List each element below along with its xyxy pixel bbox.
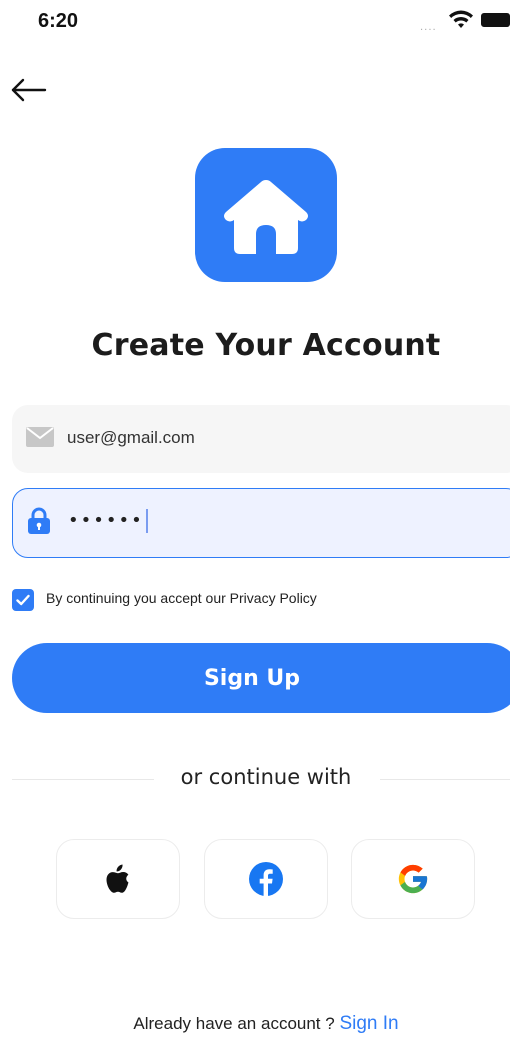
mail-icon: [26, 427, 54, 451]
password-field[interactable]: ••••••: [12, 488, 510, 558]
text-cursor: [145, 509, 148, 533]
divider-right: [380, 779, 510, 780]
divider-text: or continue with: [180, 765, 352, 789]
sign-in-link[interactable]: Sign In: [339, 1013, 398, 1034]
page-title: Create Your Account: [91, 328, 441, 363]
app-logo: [195, 148, 337, 282]
wifi-icon: [448, 10, 474, 34]
sign-up-button[interactable]: Sign Up: [12, 643, 510, 713]
apple-icon: [106, 864, 129, 893]
lock-icon: [27, 507, 51, 539]
privacy-checkbox[interactable]: [12, 589, 34, 611]
arrow-left-icon: [11, 78, 47, 102]
back-button[interactable]: [10, 72, 50, 108]
password-dots: ••••••: [68, 510, 144, 531]
footer: Already have an account ? Sign In: [0, 1013, 510, 1035]
google-login-button[interactable]: [351, 839, 475, 919]
privacy-policy-label[interactable]: By continuing you accept our Privacy Pol…: [46, 590, 317, 606]
status-bar: 6:20 ····: [0, 0, 510, 44]
check-icon: [16, 594, 30, 606]
status-time: 6:20: [38, 10, 79, 32]
footer-prompt: Already have an account ?: [133, 1014, 340, 1033]
battery-icon: [481, 13, 510, 27]
facebook-login-button[interactable]: [204, 839, 328, 919]
home-icon: [224, 180, 308, 254]
password-value: ••••••: [68, 509, 148, 533]
email-value: user@gmail.com: [67, 428, 195, 447]
apple-login-button[interactable]: [56, 839, 180, 919]
facebook-icon: [249, 862, 283, 896]
email-field[interactable]: user@gmail.com: [12, 405, 510, 473]
google-icon: [398, 864, 428, 894]
signal-icon: ····: [420, 25, 437, 36]
